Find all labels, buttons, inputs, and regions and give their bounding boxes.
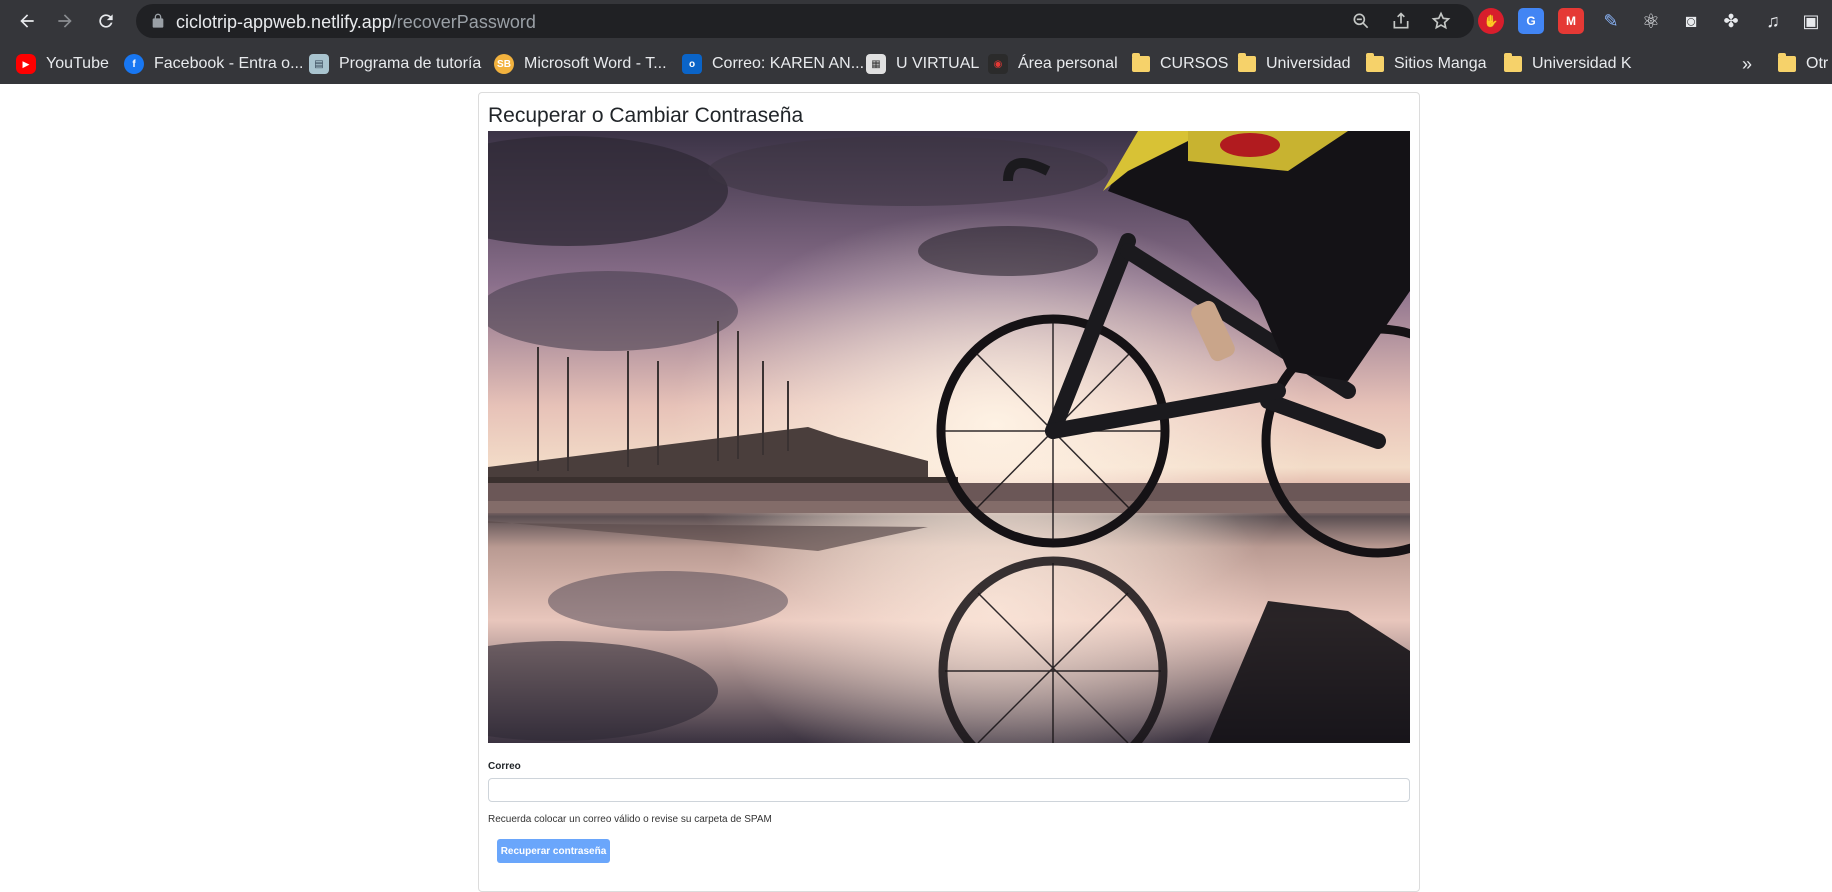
bookmark-folder-universidad[interactable]: Universidad: [1238, 52, 1350, 76]
bookmark-facebook[interactable]: f Facebook - Entra o...: [124, 52, 303, 76]
bookmark-area-personal[interactable]: ◉ Área personal: [988, 52, 1118, 76]
mendeley-extension-icon[interactable]: M: [1558, 8, 1584, 34]
url-host: ciclotrip-appweb.netlify.app: [176, 12, 392, 32]
page-title: Recuperar o Cambiar Contraseña: [488, 104, 804, 127]
react-extension-icon[interactable]: ⚛: [1638, 8, 1664, 34]
tutoria-icon: ▤: [309, 54, 329, 74]
recover-password-button[interactable]: Recuperar contraseña: [497, 839, 610, 863]
uvirtual-icon: ▦: [866, 54, 886, 74]
bookmarks-overflow-button[interactable]: »: [1742, 52, 1752, 76]
area-personal-icon: ◉: [988, 54, 1008, 74]
bookmark-label: Universidad K: [1532, 55, 1632, 72]
pen-extension-icon[interactable]: ✎: [1598, 8, 1624, 34]
recover-password-card: Recuperar o Cambiar Contraseña Correo Re…: [478, 92, 1420, 892]
translate-extension-icon[interactable]: G: [1518, 8, 1544, 34]
back-button[interactable]: [12, 6, 42, 36]
youtube-icon: ▶: [16, 54, 36, 74]
side-panel-icon[interactable]: ▣: [1798, 8, 1824, 34]
url-text: ciclotrip-appweb.netlify.app/recoverPass…: [176, 12, 536, 32]
email-help-text: Recuerda colocar un correo válido o revi…: [488, 814, 772, 825]
bookmark-label: YouTube: [46, 55, 109, 72]
bookmark-label: Otr: [1806, 55, 1829, 72]
arrow-right-icon: [58, 14, 72, 28]
share-icon[interactable]: [1390, 10, 1412, 32]
forward-button[interactable]: [50, 6, 80, 36]
word-icon: SB: [494, 54, 514, 74]
browser-toolbar: ciclotrip-appweb.netlify.app/recoverPass…: [0, 0, 1832, 42]
bookmark-label: Sitios Manga: [1394, 55, 1487, 72]
bookmark-label: Área personal: [1018, 55, 1118, 72]
bookmarks-bar: ▶ YouTube f Facebook - Entra o... ▤ Prog…: [0, 44, 1832, 84]
bookmark-u-virtual[interactable]: ▦ U VIRTUAL: [866, 52, 979, 76]
folder-icon: [1778, 53, 1796, 72]
bookmark-folder-universidad-k[interactable]: Universidad K: [1504, 52, 1632, 76]
bookmark-correo[interactable]: o Correo: KAREN AN...: [682, 52, 864, 76]
reload-button[interactable]: [91, 6, 121, 36]
folder-icon: [1132, 53, 1150, 72]
bookmark-folder-sitios-manga[interactable]: Sitios Manga: [1366, 52, 1487, 76]
bookmark-other-folder[interactable]: Otr: [1778, 52, 1828, 76]
folder-icon: [1504, 53, 1522, 72]
facebook-icon: f: [124, 54, 144, 74]
bookmark-label: Programa de tutoría: [339, 55, 482, 72]
bookmark-folder-cursos[interactable]: CURSOS: [1132, 52, 1228, 76]
folder-icon: [1366, 53, 1384, 72]
arrow-left-icon: [20, 14, 34, 28]
adblock-extension-icon[interactable]: ✋: [1478, 8, 1504, 34]
extension-circle-icon[interactable]: ◙: [1678, 8, 1704, 34]
lock-icon: [152, 13, 164, 28]
bookmark-label: Microsoft Word - T...: [524, 55, 667, 72]
browser-chrome: ciclotrip-appweb.netlify.app/recoverPass…: [0, 0, 1832, 84]
address-bar[interactable]: ciclotrip-appweb.netlify.app/recoverPass…: [136, 4, 1474, 38]
reload-icon: [99, 14, 113, 28]
star-icon[interactable]: [1430, 10, 1452, 32]
bookmark-youtube[interactable]: ▶ YouTube: [16, 52, 109, 76]
folder-icon: [1238, 53, 1256, 72]
bookmark-label: Facebook - Entra o...: [154, 55, 304, 72]
media-control-icon[interactable]: ♫: [1760, 8, 1786, 34]
cyclist-sunset-reflection-image: [488, 131, 1410, 743]
outlook-icon: o: [682, 54, 702, 74]
bookmark-programa-tutoria[interactable]: ▤ Programa de tutoría: [309, 52, 481, 76]
bookmark-label: CURSOS: [1160, 55, 1229, 72]
bookmark-label: U VIRTUAL: [896, 55, 980, 72]
bookmark-label: Correo: KAREN AN...: [712, 55, 865, 72]
email-field[interactable]: [488, 778, 1410, 802]
email-label: Correo: [488, 761, 521, 772]
url-path: /recoverPassword: [391, 12, 536, 32]
bookmark-microsoft-word[interactable]: SB Microsoft Word - T...: [494, 52, 667, 76]
zoom-icon[interactable]: [1350, 10, 1372, 32]
puzzle-extensions-icon[interactable]: ✤: [1718, 8, 1744, 34]
bookmark-label: Universidad: [1266, 55, 1351, 72]
